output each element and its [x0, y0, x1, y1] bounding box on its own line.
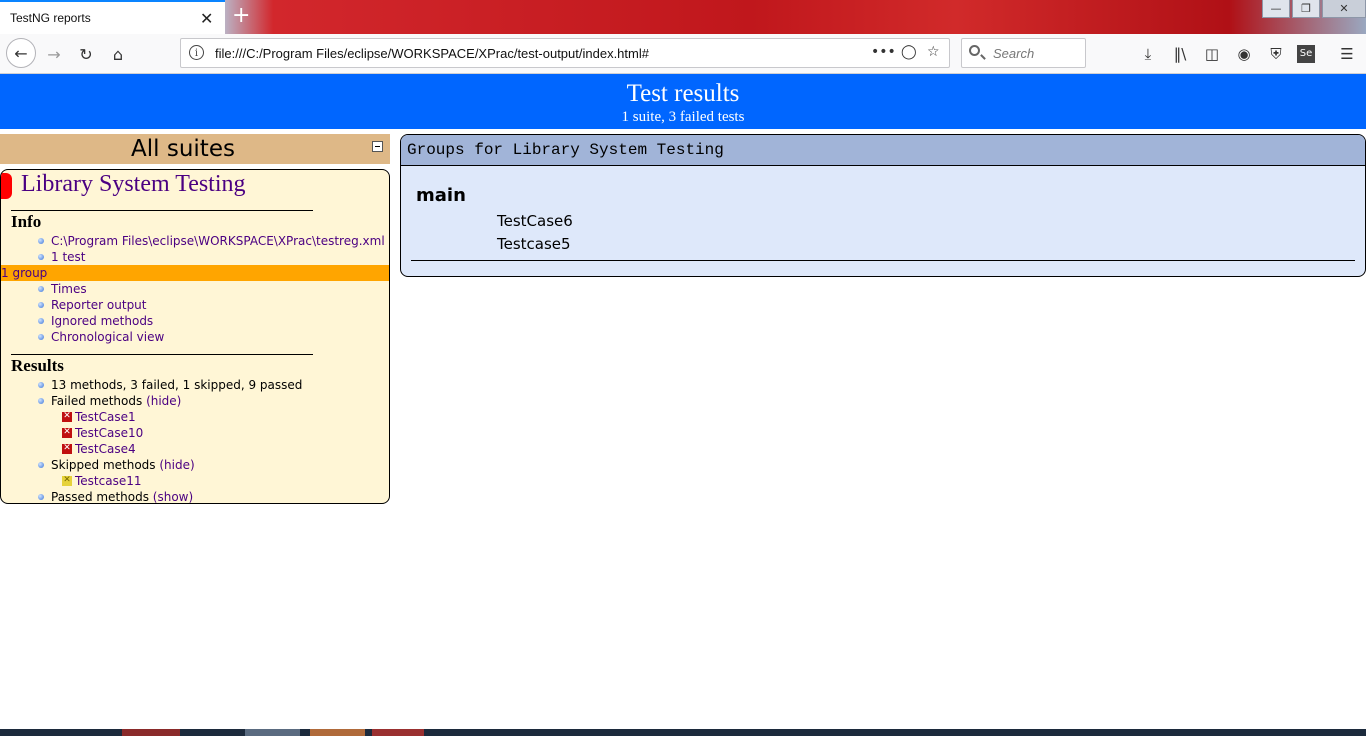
- failed-icon: ✕: [62, 443, 72, 454]
- bookmark-star-icon[interactable]: ☆: [927, 44, 940, 60]
- pocket-icon[interactable]: ◯: [901, 44, 917, 60]
- passed-methods-label: Passed methods: [51, 490, 149, 504]
- sidebar-icon[interactable]: ◫: [1201, 43, 1223, 65]
- times-link[interactable]: Times: [51, 282, 87, 296]
- tab-title: TestNG reports: [10, 11, 91, 25]
- failed-method-item[interactable]: ✕ TestCase10: [1, 425, 389, 441]
- failed-icon: ✕: [62, 427, 72, 438]
- search-icon: [969, 45, 980, 56]
- taskbar-item[interactable]: [122, 729, 180, 736]
- report-header: Test results 1 suite, 3 failed tests: [0, 74, 1366, 129]
- suite-name: Library System Testing: [21, 171, 246, 197]
- info-title: Info: [11, 212, 42, 231]
- taskbar-item[interactable]: [245, 729, 300, 736]
- failed-method-link[interactable]: TestCase10: [75, 426, 143, 440]
- failed-icon: ✕: [62, 411, 72, 422]
- list-item[interactable]: Chronological view: [1, 329, 389, 345]
- library-icon[interactable]: ‖\: [1169, 43, 1191, 65]
- new-tab-button[interactable]: +: [232, 3, 250, 28]
- list-item[interactable]: Reporter output: [1, 297, 389, 313]
- info-icon[interactable]: i: [189, 45, 204, 60]
- ignored-methods-link[interactable]: Ignored methods: [51, 314, 153, 328]
- list-item[interactable]: 1 test: [1, 249, 389, 265]
- chronological-view-link[interactable]: Chronological view: [51, 330, 164, 344]
- groups-link[interactable]: 1 group: [1, 266, 47, 280]
- results-title: Results: [11, 356, 64, 375]
- navigation-toolbar: ← → ↻ ⌂ i file:///C:/Program Files/eclip…: [0, 34, 1366, 74]
- url-bar[interactable]: i file:///C:/Program Files/eclipse/WORKS…: [180, 38, 950, 68]
- search-box[interactable]: Search: [961, 38, 1086, 68]
- account-icon[interactable]: ◉: [1233, 43, 1255, 65]
- taskbar-item[interactable]: [310, 729, 365, 736]
- all-suites-header: All suites: [0, 134, 390, 164]
- testng-xml-link[interactable]: C:\Program Files\eclipse\WORKSPACE\XPrac…: [51, 234, 385, 248]
- restore-button[interactable]: ❐: [1292, 0, 1320, 18]
- divider: [11, 210, 313, 211]
- results-summary: 13 methods, 3 failed, 1 skipped, 9 passe…: [51, 378, 303, 392]
- list-item: Passed methods (show): [1, 489, 389, 504]
- failed-hide-toggle[interactable]: (hide): [146, 394, 181, 408]
- passed-show-toggle[interactable]: (show): [153, 490, 193, 503]
- suite-panel: Library System Testing Info C:\Program F…: [0, 169, 390, 504]
- browser-titlebar: TestNG reports ✕ + — ❐ ✕: [0, 0, 1366, 34]
- list-item-selected[interactable]: 1 group: [1, 265, 389, 281]
- taskbar-item[interactable]: [372, 729, 424, 736]
- shield-icon[interactable]: ⛨: [1265, 43, 1287, 65]
- all-suites-label: All suites: [131, 136, 235, 162]
- page-subtitle: 1 suite, 3 failed tests: [621, 109, 745, 125]
- info-list: C:\Program Files\eclipse\WORKSPACE\XPrac…: [1, 233, 389, 345]
- close-window-button[interactable]: ✕: [1322, 0, 1366, 18]
- group-method: TestCase6: [497, 212, 573, 230]
- list-item[interactable]: Times: [1, 281, 389, 297]
- list-item[interactable]: C:\Program Files\eclipse\WORKSPACE\XPrac…: [1, 233, 389, 249]
- failed-method-item[interactable]: ✕ TestCase4: [1, 441, 389, 457]
- list-item[interactable]: Ignored methods: [1, 313, 389, 329]
- results-list: 13 methods, 3 failed, 1 skipped, 9 passe…: [1, 377, 389, 504]
- panel-header: Groups for Library System Testing: [401, 135, 1365, 166]
- os-taskbar: [0, 729, 1366, 736]
- skipped-method-link[interactable]: Testcase11: [75, 474, 142, 488]
- skipped-methods-label: Skipped methods: [51, 458, 156, 472]
- suite-status-marker: [1, 173, 12, 199]
- list-item: Failed methods (hide): [1, 393, 389, 409]
- failed-method-link[interactable]: TestCase1: [75, 410, 136, 424]
- panel-title: Groups for Library System Testing: [407, 141, 724, 159]
- skipped-hide-toggle[interactable]: (hide): [159, 458, 194, 472]
- divider: [411, 260, 1355, 261]
- collapse-icon[interactable]: [372, 141, 383, 152]
- failed-methods-label: Failed methods: [51, 394, 143, 408]
- minimize-button[interactable]: —: [1262, 0, 1290, 18]
- skipped-icon: ✕: [62, 475, 72, 486]
- search-placeholder: Search: [993, 46, 1035, 61]
- failed-method-item[interactable]: ✕ TestCase1: [1, 409, 389, 425]
- skipped-method-item[interactable]: ✕ Testcase11: [1, 473, 389, 489]
- more-icon[interactable]: •••: [871, 44, 896, 60]
- list-item: Skipped methods (hide): [1, 457, 389, 473]
- selenium-icon[interactable]: Se: [1297, 45, 1315, 63]
- failed-method-link[interactable]: TestCase4: [75, 442, 136, 456]
- reporter-output-link[interactable]: Reporter output: [51, 298, 147, 312]
- window-controls: — ❐ ✕: [1260, 0, 1366, 20]
- page-title: Test results: [626, 80, 740, 107]
- divider: [11, 354, 313, 355]
- tests-link[interactable]: 1 test: [51, 250, 86, 264]
- download-icon[interactable]: ⤓: [1137, 43, 1159, 65]
- group-name: main: [416, 185, 466, 206]
- groups-panel: Groups for Library System Testing main T…: [400, 134, 1366, 277]
- tab-testng-reports[interactable]: TestNG reports ✕: [0, 0, 225, 34]
- group-method: Testcase5: [497, 235, 571, 253]
- reload-icon[interactable]: ↻: [74, 42, 98, 66]
- forward-icon[interactable]: →: [42, 42, 66, 66]
- url-text[interactable]: file:///C:/Program Files/eclipse/WORKSPA…: [215, 46, 649, 61]
- back-icon[interactable]: ←: [6, 38, 36, 68]
- home-icon[interactable]: ⌂: [106, 42, 130, 66]
- menu-icon[interactable]: ☰: [1336, 43, 1358, 65]
- tab-close-icon[interactable]: ✕: [200, 9, 213, 28]
- list-item: 13 methods, 3 failed, 1 skipped, 9 passe…: [1, 377, 389, 393]
